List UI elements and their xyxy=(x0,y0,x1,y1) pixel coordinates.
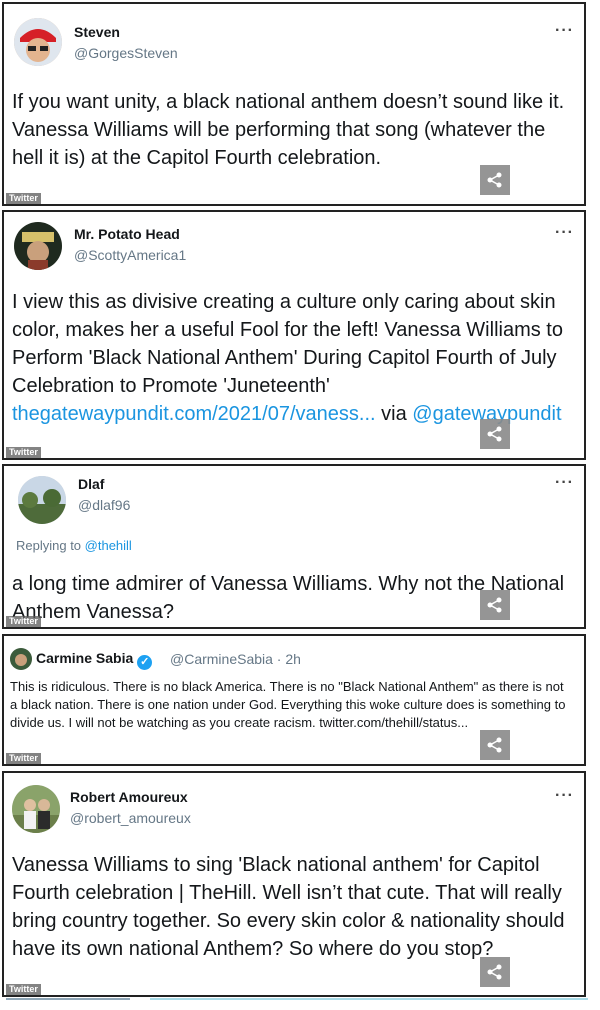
tweet-card: Dlaf @dlaf96 ··· Replying to @thehill a … xyxy=(2,464,586,629)
avatar-image xyxy=(14,18,62,66)
via-label: via xyxy=(375,403,413,425)
share-icon[interactable] xyxy=(480,590,510,620)
avatar[interactable] xyxy=(14,18,62,66)
avatar-image xyxy=(14,222,62,270)
twitter-watermark: Twitter xyxy=(6,447,41,458)
avatar[interactable] xyxy=(18,476,66,524)
tweet-text: Vanessa Williams to sing 'Black national… xyxy=(12,854,565,960)
verified-badge-icon: ✓ xyxy=(137,655,153,670)
twitter-watermark: Twitter xyxy=(6,984,41,995)
tweet-text: If you want unity, a black national anth… xyxy=(12,91,565,169)
user-handle[interactable]: @dlaf96 xyxy=(78,497,130,513)
user-name[interactable]: Dlaf xyxy=(78,476,104,492)
avatar[interactable] xyxy=(10,648,32,670)
tweet-card: Carmine Sabia ✓ @CarmineSabia · 2h This i… xyxy=(2,634,586,766)
avatar[interactable] xyxy=(14,222,62,270)
twitter-watermark: Twitter xyxy=(6,753,41,764)
tweet-card: Robert Amoureux @robert_amoureux ··· Van… xyxy=(2,771,586,997)
divider xyxy=(6,998,130,1000)
share-icon[interactable] xyxy=(480,730,510,760)
twitter-watermark: Twitter xyxy=(6,193,41,204)
more-options-icon[interactable]: ··· xyxy=(555,224,574,242)
user-name-text: Carmine Sabia xyxy=(36,650,134,666)
avatar-image xyxy=(12,785,60,833)
user-handle[interactable]: @CarmineSabia · 2h xyxy=(170,651,301,667)
avatar[interactable] xyxy=(12,785,60,833)
more-options-icon[interactable]: ··· xyxy=(555,474,574,492)
twitter-watermark: Twitter xyxy=(6,616,41,627)
user-handle[interactable]: @robert_amoureux xyxy=(70,810,191,826)
tweet-text: This is ridiculous. There is no black Am… xyxy=(10,679,566,730)
avatar-image xyxy=(10,648,32,670)
share-icon[interactable] xyxy=(480,165,510,195)
more-options-icon[interactable]: ··· xyxy=(555,787,574,805)
tweet-text-main: I view this as divisive creating a cultu… xyxy=(12,291,563,397)
avatar-image xyxy=(18,476,66,524)
tweet-card: Steven @GorgesSteven ··· If you want uni… xyxy=(2,2,586,206)
tweet-card: Mr. Potato Head @ScottyAmerica1 ··· I vi… xyxy=(2,210,586,460)
replying-to-label: Replying to xyxy=(16,538,85,553)
user-handle[interactable]: @ScottyAmerica1 xyxy=(74,247,186,263)
user-name[interactable]: Robert Amoureux xyxy=(70,789,188,805)
user-name[interactable]: Steven xyxy=(74,24,120,40)
user-handle[interactable]: @GorgesSteven xyxy=(74,45,178,61)
reply-mention-link[interactable]: @thehill xyxy=(85,538,132,553)
tweet-link[interactable]: thegatewaypundit.com/2021/07/vaness... xyxy=(12,403,376,425)
user-name[interactable]: Mr. Potato Head xyxy=(74,226,180,242)
user-name[interactable]: Carmine Sabia ✓ xyxy=(36,650,153,670)
replying-to: Replying to @thehill xyxy=(16,538,132,553)
share-icon[interactable] xyxy=(480,957,510,987)
tweet-text: I view this as divisive creating a cultu… xyxy=(12,288,570,428)
share-icon[interactable] xyxy=(480,419,510,449)
divider xyxy=(150,998,588,1000)
more-options-icon[interactable]: ··· xyxy=(555,22,574,40)
